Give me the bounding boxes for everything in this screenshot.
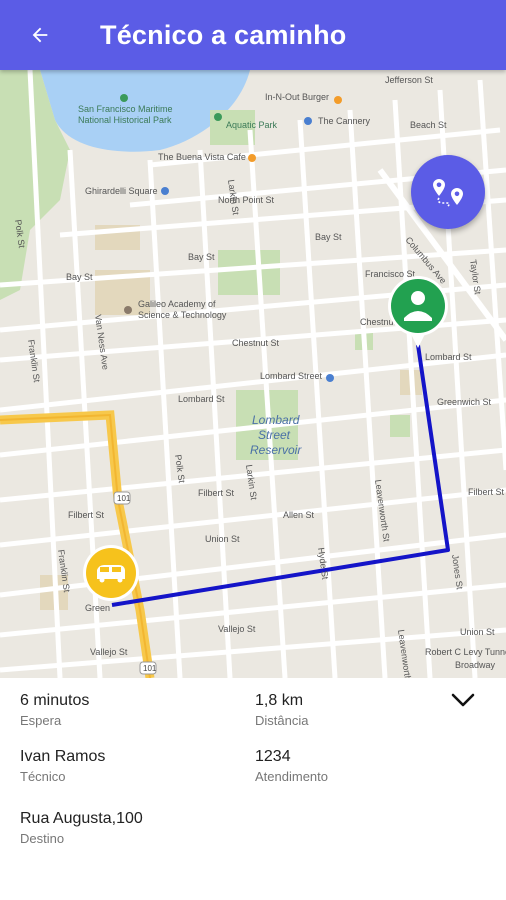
map-label: Greenwich St [437,397,492,407]
destination-label: Destino [20,831,65,846]
route-icon [433,179,463,207]
map-label: Jefferson St [385,75,433,85]
map-label: North Point St [218,195,275,205]
map-label: Science & Technology [138,310,227,320]
distance-label: Distância [255,713,309,728]
map-label: Bay St [315,232,342,242]
app-bar: Técnico a caminho [0,0,506,70]
back-arrow-icon[interactable] [26,21,54,49]
wait-time-value: 6 minutos [20,692,90,709]
map-label: Reservoir [250,443,302,457]
svg-text:101: 101 [143,664,157,673]
map-label: Green [85,603,110,613]
map-label: Lombard Street [260,371,323,381]
map-label: Aquatic Park [226,120,278,130]
map-label: Beach St [410,120,447,130]
map-label: Lombard St [178,394,225,404]
map-label: Vallejo St [218,624,256,634]
map-label: Ghirardelli Square [85,186,158,196]
technician-field: Ivan Ramos Técnico [20,748,105,784]
distance-value: 1,8 km [255,692,304,709]
map-label: The Cannery [318,116,371,126]
map-label: Filbert St [68,510,105,520]
map-label: Filbert St [198,488,235,498]
page-title: Técnico a caminho [100,19,347,50]
chevron-down-icon[interactable] [450,690,476,712]
map-label: Chestnut St [232,338,280,348]
highway-shield: 101 [139,661,157,675]
map-label: Lombard St [425,352,472,362]
technician-name: Ivan Ramos [20,748,106,765]
map-label: Union St [460,627,495,637]
map-label: Broadway [455,660,496,670]
distance-field: 1,8 km Distância [255,692,308,728]
map-label: Vallejo St [90,647,128,657]
map-label: Bay St [188,252,215,262]
destination-field: Rua Augusta,100 Destino [20,810,143,846]
technician-car-marker[interactable] [83,545,139,601]
service-number: 1234 [255,748,291,765]
map-label: Bay St [66,272,93,282]
service-field: 1234 Atendimento [255,748,328,784]
map-label: Filbert St [468,487,505,497]
map-label: Lombard [252,413,300,427]
map-label: Allen St [283,510,315,520]
wait-time-field: 6 minutos Espera [20,692,89,728]
map-label: Robert C Levy Tunnel [425,647,506,657]
highway-shield: 101 [113,491,131,505]
map-label: Street [258,428,291,442]
destination-address: Rua Augusta,100 [20,810,143,827]
route-fab-button[interactable] [411,155,485,229]
technician-label: Técnico [20,769,66,784]
map-label: San Francisco Maritime [78,104,173,114]
map-label: National Historical Park [78,115,172,125]
map-label: Galileo Academy of [138,299,216,309]
wait-time-label: Espera [20,713,62,728]
svg-text:101: 101 [117,494,131,503]
service-label: Atendimento [255,769,328,784]
map-label: Francisco St [365,269,416,279]
map-label: The Buena Vista Cafe [158,152,246,162]
map-label: In-N-Out Burger [265,92,329,102]
map-label: Union St [205,534,240,544]
